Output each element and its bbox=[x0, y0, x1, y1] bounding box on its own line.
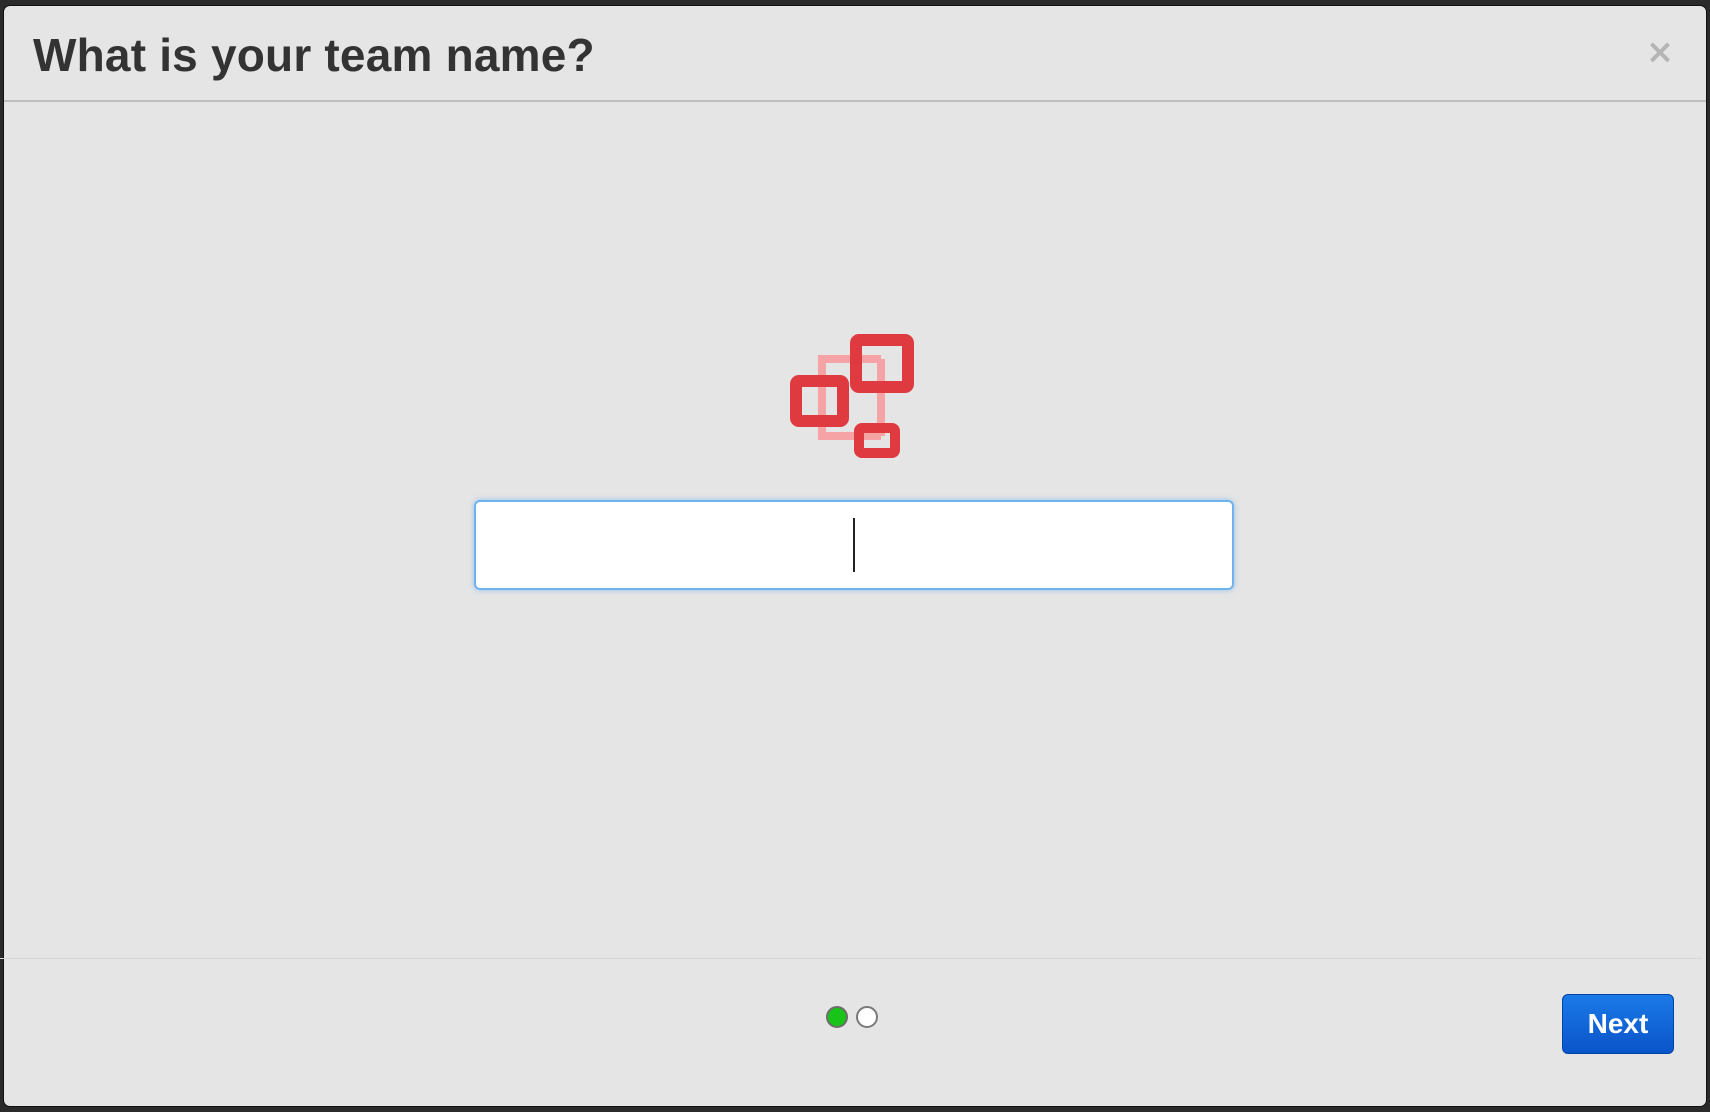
dialog-title: What is your team name? bbox=[33, 29, 595, 81]
next-button[interactable]: Next bbox=[1562, 994, 1674, 1054]
node-bottom bbox=[854, 423, 900, 458]
dialog-header: What is your team name? × bbox=[4, 6, 1706, 102]
step-dot-1 bbox=[826, 1006, 848, 1028]
close-button[interactable]: × bbox=[1644, 35, 1676, 69]
team-network-icon bbox=[790, 334, 914, 458]
text-caret bbox=[853, 518, 855, 572]
step-dot-2 bbox=[856, 1006, 878, 1028]
step-indicator bbox=[826, 1006, 878, 1032]
